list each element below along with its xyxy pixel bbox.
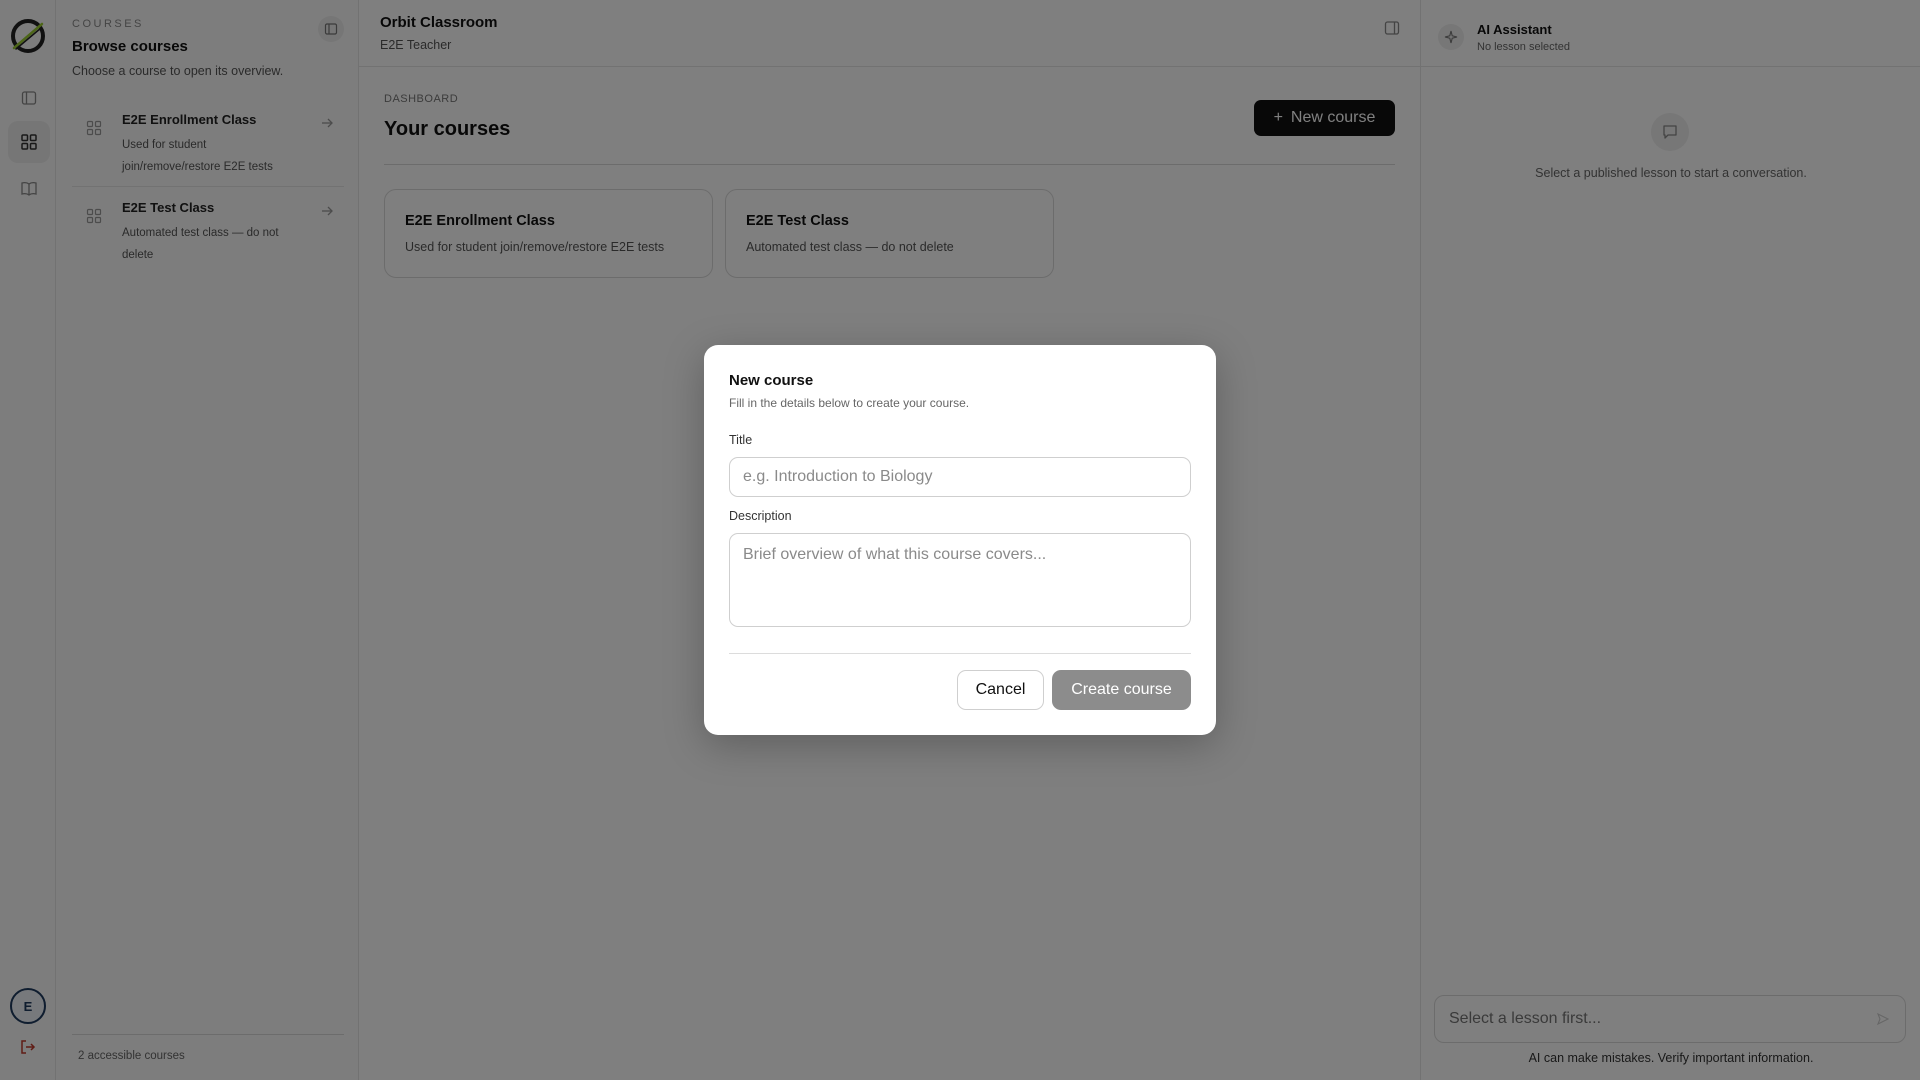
dialog-title: New course bbox=[729, 372, 814, 389]
create-course-button[interactable]: Create course bbox=[1052, 670, 1191, 710]
title-field-label: Title bbox=[729, 433, 753, 447]
course-title-input[interactable] bbox=[729, 457, 1191, 497]
description-field-label: Description bbox=[729, 509, 792, 523]
new-course-dialog: New course Fill in the details below to … bbox=[704, 345, 1216, 735]
dialog-subtitle: Fill in the details below to create your… bbox=[729, 396, 970, 410]
cancel-button[interactable]: Cancel bbox=[957, 670, 1044, 710]
dialog-divider bbox=[729, 653, 1191, 654]
course-description-input[interactable] bbox=[729, 533, 1191, 627]
